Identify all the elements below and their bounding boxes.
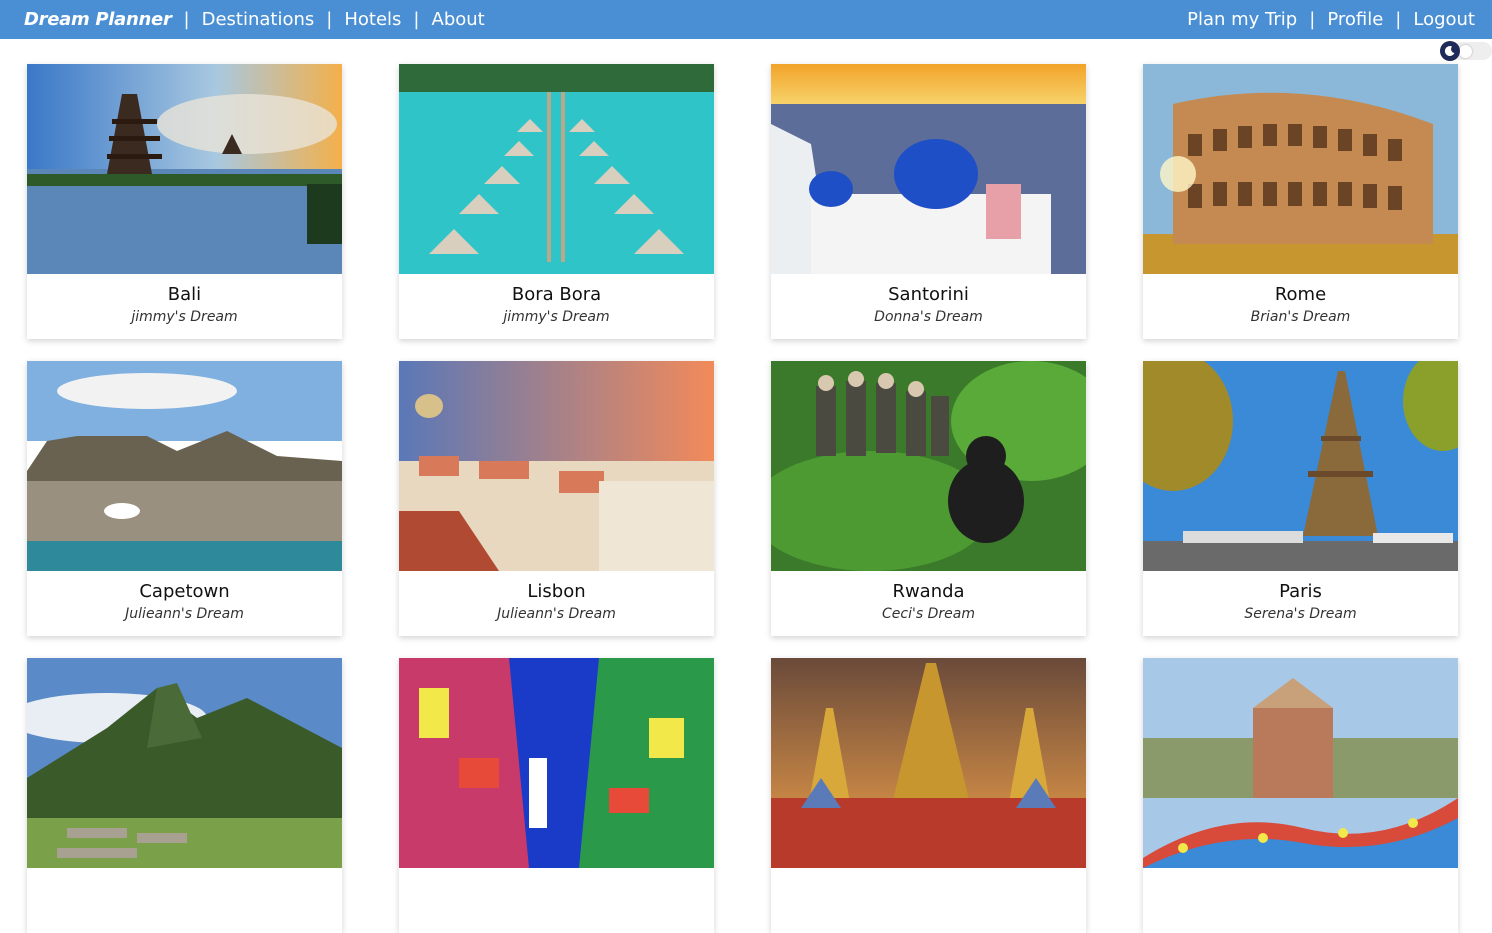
destination-card-machu-picchu[interactable]: [27, 658, 342, 933]
card-title: Santorini: [888, 284, 969, 305]
card-image-bali-temple: [27, 64, 342, 274]
card-image-thai-temple: [771, 658, 1086, 868]
card-subtitle: Donna's Dream: [874, 309, 983, 325]
card-title: Lisbon: [527, 581, 586, 602]
nav-link-about[interactable]: About: [432, 9, 485, 30]
nav-link-hotels[interactable]: Hotels: [344, 9, 401, 30]
destination-card-bali[interactable]: Bali jimmy's Dream: [27, 64, 342, 339]
destination-card-rome[interactable]: Rome Brian's Dream: [1143, 64, 1458, 339]
card-subtitle: Julieann's Dream: [497, 606, 616, 622]
nav-separator: |: [413, 9, 420, 30]
card-subtitle: jimmy's Dream: [503, 309, 610, 325]
brand-logo[interactable]: Dream Planner: [24, 9, 172, 30]
card-subtitle: Serena's Dream: [1244, 606, 1357, 622]
nav-separator: |: [326, 9, 333, 30]
card-title: Bora Bora: [511, 284, 602, 305]
nav-left: Dream Planner | Destinations | Hotels | …: [24, 9, 485, 30]
card-image-gorilla-jungle: [771, 361, 1086, 571]
card-image-neon-city-street: [399, 658, 714, 868]
card-image-table-mountain: [27, 361, 342, 571]
card-subtitle: Brian's Dream: [1250, 309, 1351, 325]
destination-grid: Bali jimmy's Dream Bora Bora jimmy's Dre…: [27, 64, 1458, 933]
destination-card-rwanda[interactable]: Rwanda Ceci's Dream: [771, 361, 1086, 636]
moon-icon: [1440, 41, 1460, 61]
destination-card-lisbon[interactable]: Lisbon Julieann's Dream: [399, 361, 714, 636]
nav-separator: |: [1309, 9, 1316, 30]
card-subtitle: jimmy's Dream: [131, 309, 238, 325]
destination-card-paris[interactable]: Paris Serena's Dream: [1143, 361, 1458, 636]
nav-separator: |: [1395, 9, 1402, 30]
card-image-machu-picchu: [27, 658, 342, 868]
card-image-lisbon-rooftops: [399, 361, 714, 571]
destination-card-bora-bora[interactable]: Bora Bora jimmy's Dream: [399, 64, 714, 339]
destination-card-thai-temple[interactable]: [771, 658, 1086, 933]
destination-card-capetown[interactable]: Capetown Julieann's Dream: [27, 361, 342, 636]
card-subtitle: Julieann's Dream: [125, 606, 244, 622]
nav-link-plan-my-trip[interactable]: Plan my Trip: [1187, 9, 1297, 30]
destination-card-mosaic-park[interactable]: [1143, 658, 1458, 933]
card-image-colosseum: [1143, 64, 1458, 274]
card-title: Rome: [1274, 284, 1327, 305]
destination-card-neon-city[interactable]: [399, 658, 714, 933]
destination-card-santorini[interactable]: Santorini Donna's Dream: [771, 64, 1086, 339]
card-title: Paris: [1279, 581, 1322, 602]
card-image-blue-dome-church: [771, 64, 1086, 274]
card-subtitle: Ceci's Dream: [882, 606, 975, 622]
card-title: Rwanda: [892, 581, 965, 602]
card-image-mosaic-park: [1143, 658, 1458, 868]
card-title: Capetown: [139, 581, 230, 602]
card-image-eiffel-tower: [1143, 361, 1458, 571]
nav-link-logout[interactable]: Logout: [1413, 9, 1475, 30]
dark-mode-toggle[interactable]: [1440, 41, 1492, 61]
toggle-knob: [1459, 45, 1472, 58]
nav-separator: |: [183, 9, 190, 30]
navbar: Dream Planner | Destinations | Hotels | …: [0, 0, 1492, 39]
nav-link-profile[interactable]: Profile: [1327, 9, 1383, 30]
nav-right: Plan my Trip | Profile | Logout: [1187, 9, 1475, 30]
card-title: Bali: [167, 284, 202, 305]
card-image-overwater-bungalows: [399, 64, 714, 274]
nav-link-destinations[interactable]: Destinations: [202, 9, 315, 30]
